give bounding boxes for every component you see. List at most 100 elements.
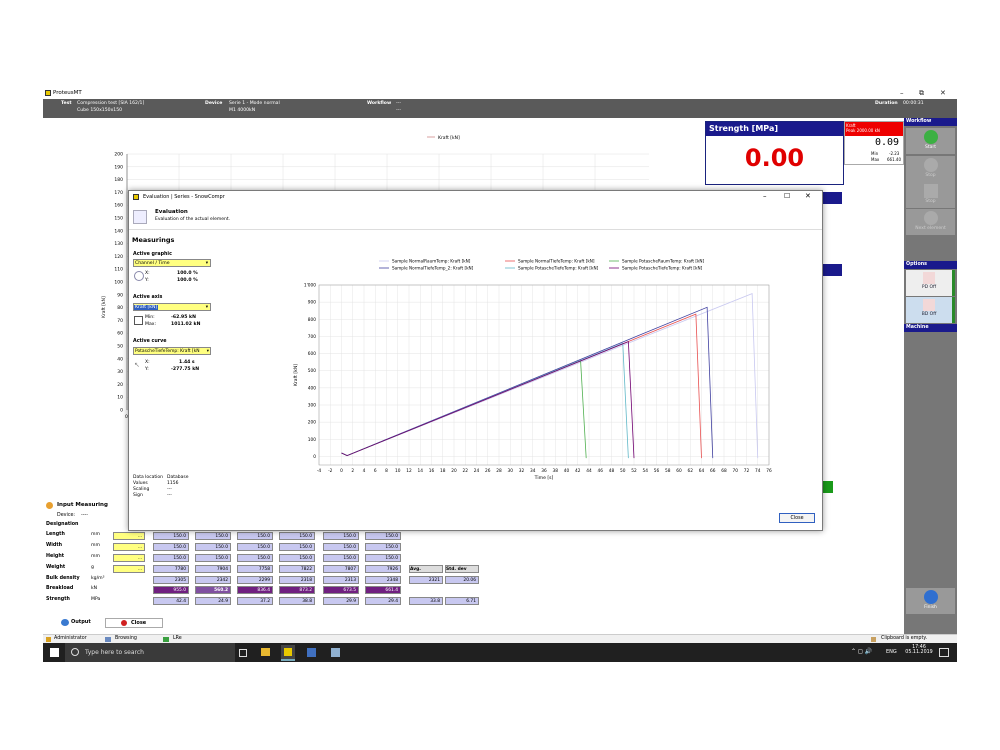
test-line1: Compression test [SIA 162/1] <box>77 101 145 106</box>
value-cell[interactable]: 150.0 <box>195 532 231 540</box>
device-line2: M1 4000kN <box>229 108 256 113</box>
input-cell[interactable]: ... <box>113 565 145 573</box>
active-graphic-select[interactable]: Channel / Time ▾ <box>133 259 211 267</box>
tray-icons[interactable]: ⌃ ◻ 🔊 <box>851 648 872 655</box>
value-cell[interactable]: 7926 <box>365 565 401 573</box>
windows-start-icon[interactable] <box>50 648 59 657</box>
value-cell[interactable]: 150.0 <box>365 554 401 562</box>
dialog-maximize-button[interactable]: ☐ <box>784 192 790 200</box>
dialog-minimize-button[interactable]: – <box>763 192 767 200</box>
active-axis-select[interactable]: Kraft [kN] ▾ <box>133 303 211 311</box>
user-icon <box>46 637 51 642</box>
value-cell[interactable]: 38.8 <box>279 597 315 605</box>
proteus-task-icon[interactable] <box>281 645 295 661</box>
value-cell[interactable]: 150.0 <box>153 554 189 562</box>
maximize-button[interactable]: ⧉ <box>919 89 924 98</box>
task-view-icon[interactable] <box>239 649 247 657</box>
file-explorer-icon[interactable] <box>261 648 270 656</box>
axis-max-value: 1011.02 kN <box>171 322 201 327</box>
dialog-close-x-button[interactable]: ✕ <box>805 192 811 200</box>
tray-clock[interactable]: 17:46 05.11.2019 <box>905 645 933 655</box>
value-cell[interactable]: 150.0 <box>237 554 273 562</box>
measurings-title: Measurings <box>132 236 175 244</box>
workflow-label: Workflow <box>367 101 392 106</box>
pen-task-icon[interactable] <box>331 648 340 657</box>
device-field-label: Device: <box>57 513 76 518</box>
value-cell[interactable]: 37.2 <box>237 597 273 605</box>
force-panel: Kraft Peak 2000.00 kN 0.09 Min -2.23 Max … <box>844 121 904 165</box>
value-cell[interactable]: 7904 <box>195 565 231 573</box>
value-cell[interactable]: 7822 <box>279 565 315 573</box>
stop-button-2[interactable]: Stop <box>906 182 955 208</box>
tab-output[interactable]: Output <box>71 619 91 625</box>
active-curve-select[interactable]: PotascheTiefeTemp: Kraft [kN ▾ <box>133 347 211 355</box>
main-y-label: Kraft [kN] <box>101 296 107 318</box>
input-cell[interactable]: ... <box>113 543 145 551</box>
value-cell[interactable]: 42.4 <box>153 597 189 605</box>
device-field-value: ---- <box>81 513 88 518</box>
value-cell[interactable]: 29.4 <box>365 597 401 605</box>
value-cell[interactable]: 7807 <box>323 565 359 573</box>
data-info: Data location Database Values 1156 Scaling… <box>133 475 189 498</box>
value-cell[interactable]: 2348 <box>365 576 401 584</box>
value-cell[interactable]: 150.0 <box>279 532 315 540</box>
value-cell[interactable]: 836.4 <box>237 586 273 594</box>
force-max-value: 661.40 <box>887 157 901 162</box>
pd-off-button[interactable]: PD Off <box>906 270 955 296</box>
zoom-y-value: 100.0 % <box>177 278 198 283</box>
stop-button-1[interactable]: Stop <box>906 156 955 182</box>
value-cell[interactable]: 2305 <box>153 576 189 584</box>
value-cell[interactable]: 29.9 <box>323 597 359 605</box>
value-cell[interactable]: 24.9 <box>195 597 231 605</box>
force-min-label: Min <box>871 151 879 156</box>
value-cell[interactable]: 2313 <box>323 576 359 584</box>
row-label: Height <box>46 554 65 559</box>
value-cell[interactable]: 150.0 <box>195 543 231 551</box>
notification-icon[interactable] <box>939 648 949 657</box>
evaluation-dialog: Evaluation | Series - SnowCompr – ☐ ✕ Ev… <box>128 190 823 531</box>
save-task-icon[interactable] <box>307 648 316 657</box>
value-cell[interactable]: 150.0 <box>237 543 273 551</box>
tray-lang[interactable]: ENG <box>886 649 897 655</box>
eval-y-tick: 900 <box>308 300 316 306</box>
eval-y-tick: 0 <box>313 454 316 460</box>
value-cell[interactable]: 955.0 <box>153 586 189 594</box>
value-cell[interactable]: 7780 <box>153 565 189 573</box>
axis-icon <box>134 316 143 325</box>
input-cell[interactable]: ... <box>113 554 145 562</box>
close-window-button[interactable]: ✕ <box>940 89 946 97</box>
value-cell[interactable]: 560.2 <box>195 586 231 594</box>
value-cell[interactable]: 150.0 <box>195 554 231 562</box>
value-cell[interactable]: 150.0 <box>365 543 401 551</box>
value-cell[interactable]: 150.0 <box>323 543 359 551</box>
clipboard-icon <box>871 637 876 642</box>
eval-x-tick: 4 <box>363 468 366 474</box>
value-cell[interactable]: 150.0 <box>153 532 189 540</box>
value-cell[interactable]: 150.0 <box>323 532 359 540</box>
value-cell[interactable]: 2342 <box>195 576 231 584</box>
taskbar-search-box[interactable]: Type here to search <box>65 643 235 662</box>
value-cell[interactable]: 7758 <box>237 565 273 573</box>
value-cell[interactable]: 150.0 <box>153 543 189 551</box>
value-cell[interactable]: 2299 <box>237 576 273 584</box>
minimize-button[interactable]: – <box>900 89 904 97</box>
start-button[interactable]: Start <box>906 128 955 154</box>
main-legend-label: Kraft [kN] <box>438 135 460 141</box>
value-cell[interactable]: 673.5 <box>323 586 359 594</box>
force-max-label: Max <box>871 157 880 162</box>
value-cell[interactable]: 150.0 <box>237 532 273 540</box>
value-cell[interactable]: 873.2 <box>279 586 315 594</box>
value-cell[interactable]: 150.0 <box>279 554 315 562</box>
tab-close[interactable]: Close <box>105 618 163 628</box>
finish-button[interactable]: Finish <box>906 588 955 614</box>
value-cell[interactable]: 2318 <box>279 576 315 584</box>
value-cell[interactable]: 150.0 <box>279 543 315 551</box>
input-cell[interactable]: ... <box>113 532 145 540</box>
value-cell[interactable]: 661.4 <box>365 586 401 594</box>
bd-off-button[interactable]: BD Off <box>906 297 955 323</box>
dialog-close-button[interactable]: Close <box>779 513 815 523</box>
value-cell[interactable]: 150.0 <box>365 532 401 540</box>
next-element-button[interactable]: Next element <box>906 209 955 235</box>
value-cell[interactable]: 150.0 <box>323 554 359 562</box>
device-line1: Serie 1 - Mode normal <box>229 101 280 106</box>
